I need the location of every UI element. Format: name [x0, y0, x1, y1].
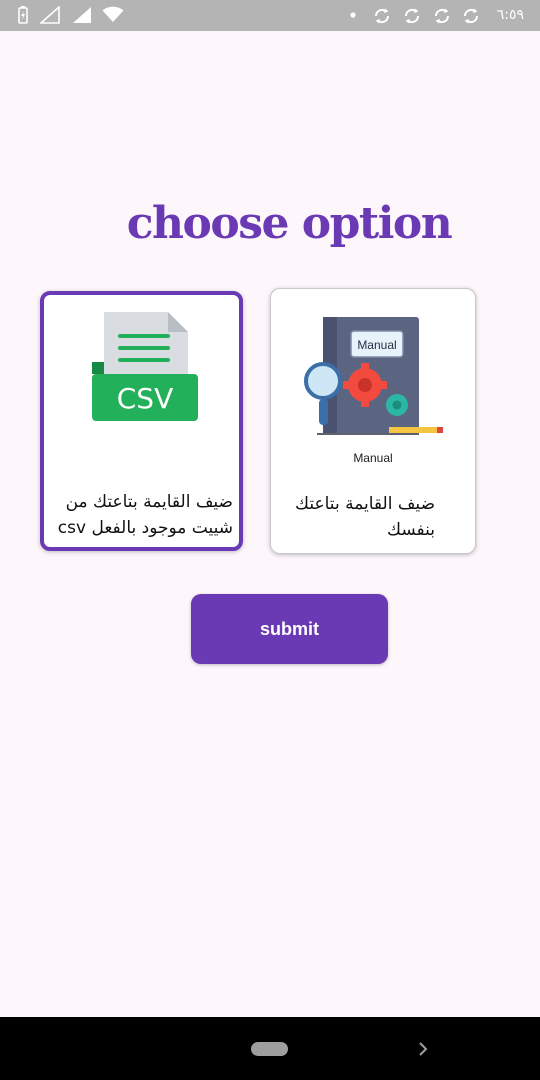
csv-icon-label: CSV: [117, 382, 173, 415]
battery-charging-icon: [18, 6, 28, 24]
manual-badge-text: Manual: [357, 338, 396, 352]
home-pill-icon[interactable]: [251, 1042, 288, 1056]
status-bar: ٦:٥٩: [0, 0, 540, 31]
signal-empty-icon: [40, 6, 60, 24]
csv-file-icon: CSV: [92, 312, 198, 421]
submit-button[interactable]: submit: [191, 594, 388, 664]
navigation-bar: [0, 1017, 540, 1080]
sync-icon: [404, 8, 420, 24]
manual-caption: Manual: [353, 451, 393, 465]
status-time: ٦:٥٩: [496, 7, 524, 23]
manual-book-icon: Manual: [304, 317, 443, 435]
sync-icon: [374, 8, 390, 24]
option-card-manual[interactable]: Manual Manual ضيف القايمة بتاعتك بنفسك: [270, 288, 476, 554]
dot-icon: [350, 12, 356, 18]
sync-icon: [463, 8, 479, 24]
signal-icon: [73, 7, 91, 23]
option-manual-label: ضيف القايمة بتاعتك بنفسك: [295, 494, 435, 540]
wifi-icon: [102, 6, 124, 22]
option-csv-label: ضيف القايمة بتاعتك من شييت موجود بالفعل …: [57, 492, 233, 538]
page-title: choose option: [126, 198, 453, 249]
sync-icon: [434, 8, 450, 24]
chevron-right-icon[interactable]: [416, 1040, 430, 1058]
option-card-csv[interactable]: CSV ضيف القايمة بتاعتك من شييت موجود بال…: [40, 291, 243, 551]
